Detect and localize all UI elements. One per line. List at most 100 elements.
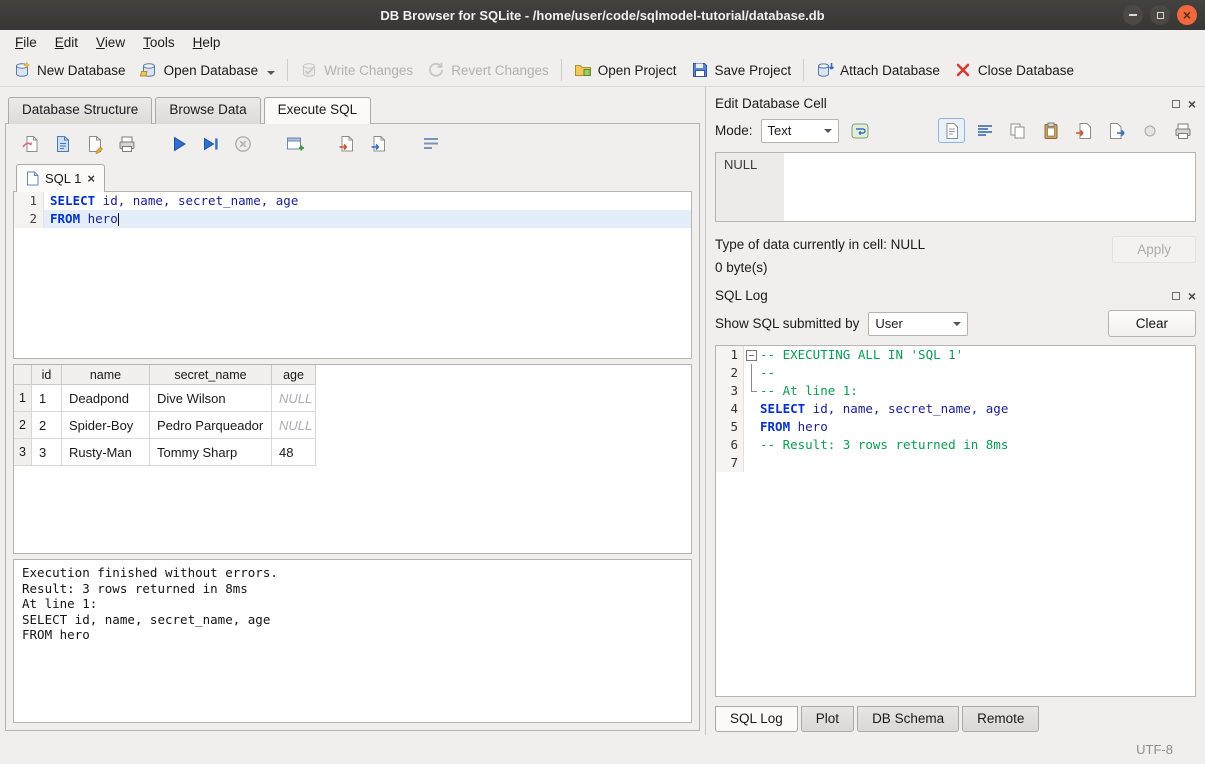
- print-cell-button[interactable]: [1169, 118, 1196, 143]
- tab-browse-data[interactable]: Browse Data: [155, 97, 260, 124]
- editor-line[interactable]: 2FROM hero: [14, 210, 691, 228]
- binary-view-button[interactable]: [971, 118, 998, 143]
- menu-tools[interactable]: Tools: [134, 33, 184, 52]
- table-cell[interactable]: Rusty-Man: [62, 439, 150, 466]
- sql-editor[interactable]: 1SELECT id, name, secret_name, age2FROM …: [13, 191, 692, 359]
- new-database-button[interactable]: New Database: [6, 57, 133, 83]
- toolbar-separator: [287, 59, 288, 81]
- table-cell[interactable]: Deadpond: [62, 385, 150, 412]
- table-row: 22Spider-BoyPedro ParqueadorNULL: [14, 412, 691, 439]
- save-sql-file-button[interactable]: [53, 134, 73, 154]
- copy-icon: [1008, 121, 1028, 141]
- line-number: 7: [716, 454, 744, 472]
- row-number[interactable]: 3: [14, 439, 32, 466]
- code-token: -- EXECUTING ALL IN 'SQL 1': [760, 347, 963, 362]
- column-header[interactable]: name: [62, 365, 150, 385]
- results-grid[interactable]: idnamesecret_nameage11DeadpondDive Wilso…: [13, 364, 692, 554]
- dock-float-icon[interactable]: [1172, 292, 1180, 300]
- dock-tab-plot[interactable]: Plot: [801, 706, 854, 732]
- table-cell[interactable]: NULL: [272, 385, 316, 412]
- print-icon: [117, 134, 137, 154]
- sql-tab[interactable]: SQL 1 ×: [16, 164, 105, 192]
- encoding-indicator[interactable]: UTF-8: [1136, 742, 1173, 757]
- column-header[interactable]: secret_name: [150, 365, 272, 385]
- submitted-by-select[interactable]: User: [868, 312, 968, 336]
- table-cell[interactable]: 3: [32, 439, 62, 466]
- text-view-button[interactable]: [938, 118, 965, 143]
- tab-execute-sql[interactable]: Execute SQL: [264, 97, 372, 124]
- dock-tab-sql-log[interactable]: SQL Log: [715, 706, 798, 732]
- mode-select[interactable]: Text: [761, 119, 839, 143]
- clear-button[interactable]: Clear: [1108, 310, 1196, 337]
- chevron-down-icon: [953, 322, 961, 326]
- row-number[interactable]: 1: [14, 385, 32, 412]
- table-cell[interactable]: Spider-Boy: [62, 412, 150, 439]
- open-database-button[interactable]: Open Database: [133, 57, 283, 83]
- column-header[interactable]: id: [32, 365, 62, 385]
- submitted-by-value: User: [875, 316, 902, 331]
- cell-value-editor[interactable]: NULL: [715, 152, 1196, 222]
- code-token: id, name, secret_name, age: [805, 401, 1008, 416]
- paste-button[interactable]: [1037, 118, 1064, 143]
- execute-all-button[interactable]: [169, 134, 189, 154]
- write-changes-icon: [300, 61, 318, 79]
- maximize-button[interactable]: [1150, 5, 1170, 25]
- editor-line[interactable]: 1SELECT id, name, secret_name, age: [14, 192, 691, 210]
- menu-view[interactable]: View: [87, 33, 134, 52]
- attach-database-button[interactable]: Attach Database: [809, 57, 947, 83]
- table-cell[interactable]: Pedro Parqueador: [150, 412, 272, 439]
- close-button[interactable]: ×: [1177, 5, 1197, 25]
- table-cell[interactable]: Tommy Sharp: [150, 439, 272, 466]
- save-results-button[interactable]: [85, 134, 105, 154]
- dock-float-icon[interactable]: [1172, 100, 1180, 108]
- row-number[interactable]: 2: [14, 412, 32, 439]
- code-token: hero: [80, 211, 118, 226]
- log-line: 7: [716, 454, 1195, 472]
- editor-line-text: FROM hero: [44, 210, 691, 228]
- log-line: 5FROM hero: [716, 418, 1195, 436]
- minimize-button[interactable]: [1123, 5, 1143, 25]
- table-cell[interactable]: 2: [32, 412, 62, 439]
- new-query-tab-icon: [285, 134, 305, 154]
- new-query-tab-button[interactable]: [285, 134, 305, 154]
- print-icon: [1173, 121, 1193, 141]
- open-project-button[interactable]: Open Project: [567, 57, 684, 83]
- sql-tab-close-icon[interactable]: ×: [87, 172, 95, 185]
- menu-help[interactable]: Help: [184, 33, 230, 52]
- log-line-text: --: [758, 364, 775, 382]
- fold-marker-icon[interactable]: [744, 346, 758, 364]
- execute-current-line-button[interactable]: [201, 134, 221, 154]
- sql-log-view[interactable]: 1-- EXECUTING ALL IN 'SQL 1'2--3-- At li…: [715, 345, 1196, 697]
- table-cell[interactable]: 48: [272, 439, 316, 466]
- dock-tab-db-schema[interactable]: DB Schema: [857, 706, 959, 732]
- print-button[interactable]: [117, 134, 137, 154]
- dock-close-icon[interactable]: ×: [1188, 289, 1196, 303]
- export-button[interactable]: [1103, 118, 1130, 143]
- dock-tab-bar: SQL Log Plot DB Schema Remote: [715, 706, 1196, 732]
- table-cell[interactable]: NULL: [272, 412, 316, 439]
- code-token: id, name, secret_name, age: [95, 193, 298, 208]
- format-sql-button[interactable]: [421, 134, 441, 154]
- import-button[interactable]: [1070, 118, 1097, 143]
- column-header[interactable]: age: [272, 365, 316, 385]
- menu-file[interactable]: File: [6, 33, 46, 52]
- tab-database-structure[interactable]: Database Structure: [8, 97, 152, 124]
- close-database-button[interactable]: Close Database: [947, 57, 1081, 83]
- word-wrap-button[interactable]: [847, 118, 874, 143]
- table-cell[interactable]: 1: [32, 385, 62, 412]
- copy-button[interactable]: [1004, 118, 1031, 143]
- maximize-icon: [1157, 12, 1164, 19]
- open-sql-file-button[interactable]: [21, 134, 41, 154]
- dock-close-icon[interactable]: ×: [1188, 97, 1196, 111]
- set-null-button[interactable]: [1136, 118, 1163, 143]
- dock-tab-remote[interactable]: Remote: [962, 706, 1039, 732]
- export-csv-button[interactable]: [337, 134, 357, 154]
- table-cell[interactable]: Dive Wilson: [150, 385, 272, 412]
- menu-edit[interactable]: Edit: [46, 33, 87, 52]
- chevron-down-icon: [824, 129, 832, 133]
- fold-guide: [744, 364, 758, 382]
- save-project-icon: [691, 61, 709, 79]
- open-database-dropdown-icon[interactable]: [267, 71, 275, 75]
- open-sql-in-tab-button[interactable]: [369, 134, 389, 154]
- save-project-button[interactable]: Save Project: [684, 57, 799, 83]
